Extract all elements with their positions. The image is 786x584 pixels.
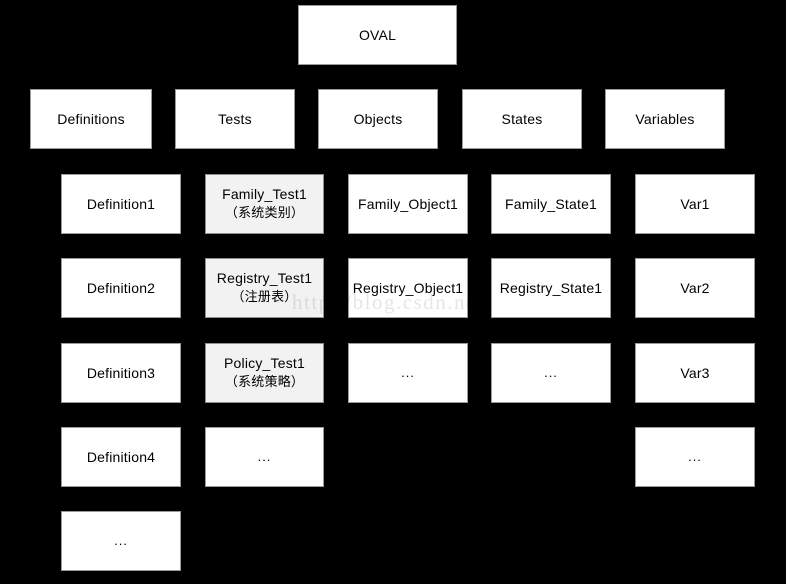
node-label: Registry_State1 (499, 279, 603, 296)
leaf-definition2-5[interactable]: Definition2 (61, 258, 181, 318)
diagram-canvas: OVAL Definitions Tests Objects States Variab… (0, 0, 786, 584)
node-label: Definition4 (86, 448, 156, 465)
node-label: Var2 (680, 279, 710, 296)
leaf-family-test1-1[interactable]: Family_Test1 （系统类别） (205, 174, 324, 234)
node-label: Registry_Object1 (352, 279, 464, 296)
leaf-definition4-15[interactable]: Definition4 (61, 427, 181, 487)
node-label: ... (401, 364, 415, 380)
node-label: ... (688, 448, 702, 464)
leaf-family-object1-2[interactable]: Family_Object1 (348, 174, 468, 234)
node-sublabel: （系统策略） (224, 374, 305, 390)
node-sublabel: （系统类别） (224, 205, 305, 221)
leaf-ellipsis-12[interactable]: ... (348, 343, 468, 403)
leaf-var1-4[interactable]: Var1 (635, 174, 755, 234)
leaf-ellipsis-18[interactable]: ... (61, 511, 181, 571)
leaf-var3-14[interactable]: Var3 (635, 343, 755, 403)
leaf-registry-test1-6[interactable]: Registry_Test1 （注册表） (205, 258, 324, 318)
node-label: States (501, 110, 543, 127)
node-label: Family_Test1 (222, 186, 307, 203)
leaf-registry-object1-7[interactable]: Registry_Object1 (348, 258, 468, 318)
leaf-policy-test1-11[interactable]: Policy_Test1 （系统策略） (205, 343, 324, 403)
node-label: Family_State1 (504, 195, 598, 212)
leaf-registry-state1-8[interactable]: Registry_State1 (491, 258, 611, 318)
node-label: Definitions (57, 110, 125, 127)
node-label: Definition3 (86, 364, 156, 381)
node-label: Var1 (680, 195, 710, 212)
leaf-ellipsis-17[interactable]: ... (635, 427, 755, 487)
leaf-ellipsis-16[interactable]: ... (205, 427, 324, 487)
category-definitions[interactable]: Definitions (30, 89, 152, 149)
node-label: OVAL (358, 26, 397, 43)
node-label: Tests (218, 110, 252, 127)
node-label: Variables (635, 110, 695, 127)
leaf-var2-9[interactable]: Var2 (635, 258, 755, 318)
node-oval[interactable]: OVAL (298, 5, 457, 65)
node-label: Var3 (680, 364, 710, 381)
node-label: ... (544, 364, 558, 380)
leaf-definition1-0[interactable]: Definition1 (61, 174, 181, 234)
leaf-definition3-10[interactable]: Definition3 (61, 343, 181, 403)
node-label: Definition1 (86, 195, 156, 212)
node-label: Objects (353, 110, 403, 127)
node-sublabel: （注册表） (231, 289, 298, 305)
leaf-family-state1-3[interactable]: Family_State1 (491, 174, 611, 234)
node-label: ... (114, 532, 128, 548)
node-label: Definition2 (86, 279, 156, 296)
leaf-ellipsis-13[interactable]: ... (491, 343, 611, 403)
node-label: Family_Object1 (357, 195, 459, 212)
category-states[interactable]: States (462, 89, 582, 149)
node-label: Registry_Test1 (216, 270, 313, 287)
category-tests[interactable]: Tests (175, 89, 295, 149)
node-label: Policy_Test1 (224, 355, 305, 372)
category-variables[interactable]: Variables (605, 89, 725, 149)
category-objects[interactable]: Objects (318, 89, 438, 149)
node-label: ... (257, 448, 272, 464)
